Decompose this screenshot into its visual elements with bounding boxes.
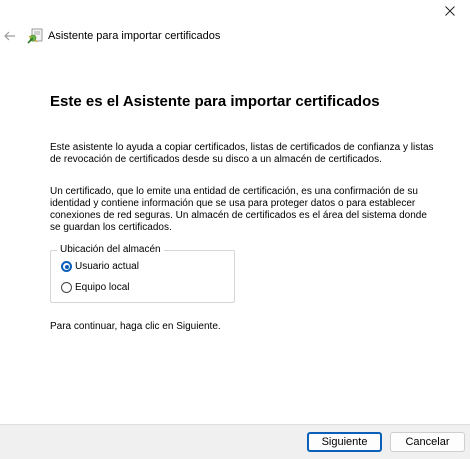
back-button[interactable] bbox=[2, 28, 18, 44]
radio-local-machine-label: Equipo local bbox=[75, 282, 130, 293]
page-heading: Este es el Asistente para importar certi… bbox=[50, 93, 380, 110]
radio-unselected-icon[interactable] bbox=[61, 282, 72, 293]
wizard-footer: Siguiente Cancelar bbox=[0, 424, 470, 459]
close-button[interactable] bbox=[430, 0, 470, 22]
next-button[interactable]: Siguiente bbox=[307, 432, 382, 452]
close-icon bbox=[445, 6, 455, 16]
store-location-legend: Ubicación del almacén bbox=[57, 244, 164, 255]
wizard-header: Asistente para importar certificados bbox=[0, 24, 470, 50]
cancel-button[interactable]: Cancelar bbox=[390, 432, 465, 452]
certificate-description-paragraph: Un certificado, que lo emite una entidad… bbox=[50, 186, 427, 233]
wizard-title: Asistente para importar certificados bbox=[48, 30, 221, 42]
title-bar bbox=[0, 0, 470, 22]
intro-paragraph: Este asistente lo ayuda a copiar certifi… bbox=[50, 142, 434, 165]
radio-local-machine[interactable]: Equipo local bbox=[61, 282, 129, 293]
certificate-wizard-icon bbox=[27, 27, 45, 45]
continue-instruction: Para continuar, haga clic en Siguiente. bbox=[50, 321, 221, 332]
radio-current-user[interactable]: Usuario actual bbox=[61, 261, 139, 272]
store-location-group: Ubicación del almacén Usuario actual Equ… bbox=[50, 244, 235, 303]
radio-current-user-label: Usuario actual bbox=[75, 261, 139, 272]
back-arrow-icon bbox=[4, 31, 15, 41]
radio-selected-icon[interactable] bbox=[61, 261, 72, 272]
